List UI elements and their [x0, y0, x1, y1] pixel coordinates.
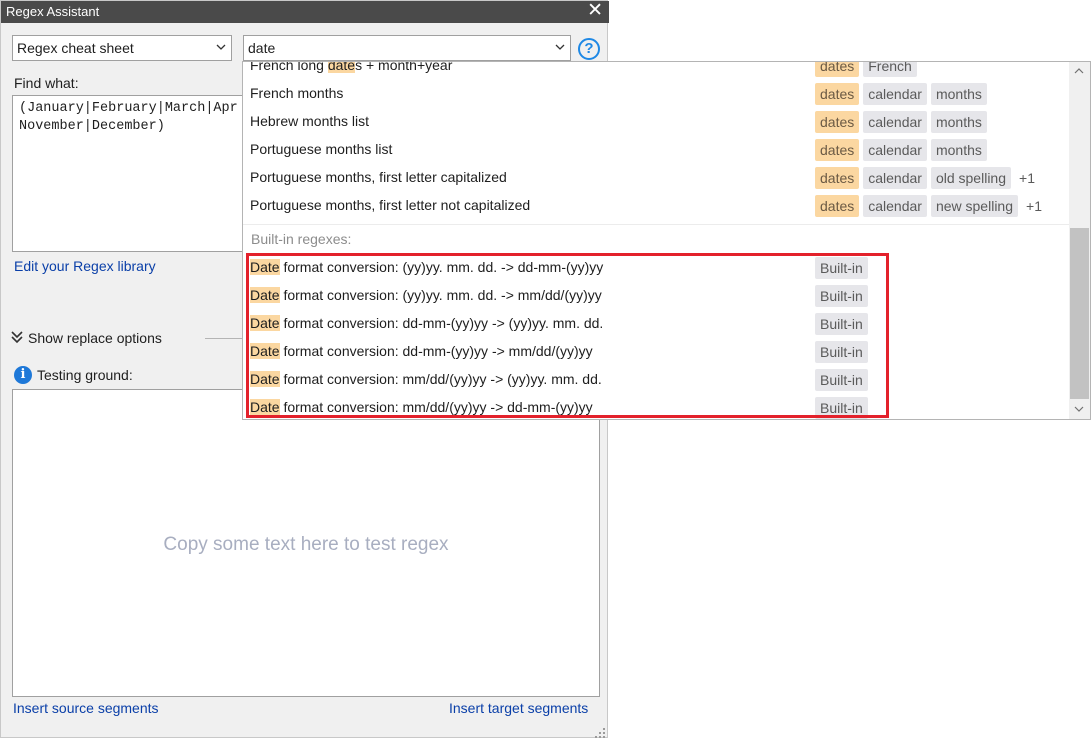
tag: calendar — [863, 111, 927, 133]
tag: dates — [815, 111, 860, 133]
double-chevron-down-icon[interactable] — [11, 330, 23, 344]
tag: dates — [815, 195, 860, 217]
divider — [205, 338, 245, 339]
search-match-highlight: Date — [250, 315, 280, 331]
result-row[interactable]: Portuguese months, first letter not capi… — [243, 192, 1069, 220]
tag-list: dates calendar old spelling +1 — [815, 167, 1035, 189]
result-name: Date format conversion: dd-mm-(yy)yy -> … — [250, 343, 593, 359]
search-results-dropdown: French long dates + month+year dates Fren… — [242, 61, 1091, 420]
tag: dates — [815, 167, 860, 189]
builtin-tag: Built-in — [815, 369, 868, 391]
tag-list: Built-in — [815, 341, 872, 363]
result-name: Date format conversion: (yy)yy. mm. dd. … — [250, 259, 604, 275]
library-select[interactable]: Regex cheat sheet — [12, 35, 232, 61]
result-row[interactable]: French months dates calendar months — [243, 80, 1069, 108]
result-name: Portuguese months, first letter capitali… — [250, 169, 507, 185]
tag-list: dates calendar new spelling +1 — [815, 195, 1042, 217]
result-row[interactable]: Hebrew months list dates calendar months — [243, 108, 1069, 136]
find-what-textarea[interactable]: (January|February|March|Apr November|Dec… — [12, 95, 244, 252]
builtin-section-label: Built-in regexes: — [251, 231, 352, 247]
more-tags-count: +1 — [1026, 198, 1042, 214]
insert-target-segments-link[interactable]: Insert target segments — [449, 700, 588, 716]
tag: calendar — [863, 139, 927, 161]
section-divider — [243, 224, 1069, 225]
tag: months — [930, 83, 987, 105]
tag: calendar — [863, 83, 927, 105]
scroll-down-icon[interactable] — [1074, 405, 1084, 413]
builtin-result-row[interactable]: Date format conversion: dd-mm-(yy)yy -> … — [243, 310, 1069, 338]
tag-list: Built-in — [815, 313, 872, 335]
tag-list: dates calendar months — [815, 111, 991, 133]
testing-placeholder: Copy some text here to test regex — [163, 534, 449, 555]
help-icon[interactable]: ? — [578, 38, 600, 60]
builtin-result-row[interactable]: Date format conversion: dd-mm-(yy)yy -> … — [243, 338, 1069, 366]
show-replace-options-toggle[interactable]: Show replace options — [28, 330, 162, 346]
result-name: Portuguese months list — [250, 141, 393, 157]
builtin-tag: Built-in — [815, 285, 868, 307]
tag: months — [930, 139, 987, 161]
result-name: Hebrew months list — [250, 113, 370, 129]
builtin-result-row[interactable]: Date format conversion: mm/dd/(yy)yy -> … — [243, 394, 1069, 419]
edit-library-link[interactable]: Edit your Regex library — [14, 258, 156, 274]
tag: old spelling — [930, 167, 1012, 189]
tag-list: dates French — [815, 62, 921, 77]
builtin-result-row[interactable]: Date format conversion: (yy)yy. mm. dd. … — [243, 282, 1069, 310]
dropdown-scrollbar[interactable] — [1069, 62, 1090, 419]
result-name: French months — [250, 85, 344, 101]
search-match-highlight: date — [327, 62, 356, 73]
resize-grip-icon[interactable] — [594, 727, 606, 739]
tag: new spelling — [930, 195, 1019, 217]
builtin-result-row[interactable]: Date format conversion: mm/dd/(yy)yy -> … — [243, 366, 1069, 394]
tag-list: Built-in — [815, 369, 872, 391]
result-row-partial[interactable]: French long dates + month+year dates Fren… — [243, 62, 1069, 80]
testing-ground-textarea[interactable]: Copy some text here to test regex — [12, 389, 600, 697]
more-tags-count: +1 — [1019, 170, 1035, 186]
window-title: Regex Assistant — [6, 4, 100, 19]
search-match-highlight: Date — [250, 399, 280, 415]
find-what-line-2: November|December) — [19, 119, 165, 134]
tag: months — [930, 111, 987, 133]
find-what-label: Find what: — [14, 75, 79, 91]
search-match-highlight: Date — [250, 287, 280, 303]
tag-list: dates calendar months — [815, 83, 991, 105]
search-match-highlight: Date — [250, 259, 280, 275]
search-input[interactable]: date — [248, 40, 275, 56]
info-icon: i — [14, 366, 32, 384]
builtin-tag: Built-in — [815, 313, 868, 335]
chevron-down-icon — [216, 44, 226, 50]
scroll-up-icon[interactable] — [1074, 67, 1084, 75]
insert-source-segments-link[interactable]: Insert source segments — [13, 700, 159, 716]
testing-ground-label: Testing ground: — [37, 367, 133, 383]
search-combo[interactable]: date — [243, 35, 571, 61]
scrollbar-thumb[interactable] — [1070, 228, 1089, 399]
result-row[interactable]: Portuguese months, first letter capitali… — [243, 164, 1069, 192]
tag-list: Built-in — [815, 257, 872, 279]
tag: dates — [815, 83, 860, 105]
tag-list: dates calendar months — [815, 139, 991, 161]
result-name: Date format conversion: mm/dd/(yy)yy -> … — [250, 399, 593, 415]
builtin-result-row[interactable]: Date format conversion: (yy)yy. mm. dd. … — [243, 254, 1069, 282]
search-match-highlight: Date — [250, 343, 280, 359]
tag-list: Built-in — [815, 397, 872, 419]
builtin-tag: Built-in — [815, 341, 868, 363]
close-icon[interactable]: ✕ — [587, 0, 603, 22]
library-select-value: Regex cheat sheet — [17, 40, 134, 56]
search-match-highlight: Date — [250, 371, 280, 387]
result-name: Date format conversion: (yy)yy. mm. dd. … — [250, 287, 602, 303]
result-row[interactable]: Portuguese months list dates calendar month… — [243, 136, 1069, 164]
result-name: Portuguese months, first letter not capi… — [250, 197, 531, 213]
result-name: French long dates + month+year — [250, 62, 452, 73]
chevron-down-icon[interactable] — [555, 42, 565, 52]
tag-list: Built-in — [815, 285, 872, 307]
result-name: Date format conversion: mm/dd/(yy)yy -> … — [250, 371, 602, 387]
tag: dates — [815, 139, 860, 161]
title-bar: Regex Assistant ✕ — [1, 0, 609, 23]
tag: calendar — [863, 167, 927, 189]
builtin-tag: Built-in — [815, 397, 868, 419]
builtin-tag: Built-in — [815, 257, 868, 279]
tag: French — [863, 62, 917, 77]
tag: dates — [815, 62, 860, 77]
result-name: Date format conversion: dd-mm-(yy)yy -> … — [250, 315, 604, 331]
tag: calendar — [863, 195, 927, 217]
